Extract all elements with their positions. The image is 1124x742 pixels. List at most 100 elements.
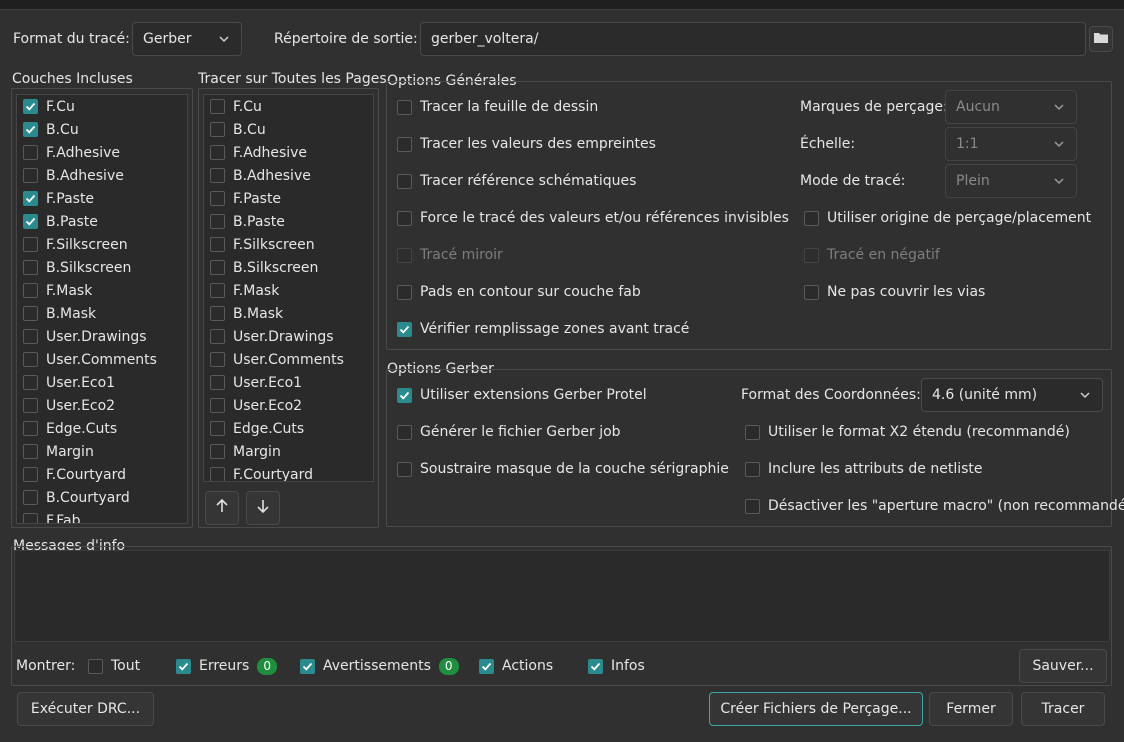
checkbox[interactable] (210, 168, 225, 183)
all-pages-layer-item[interactable]: B.Mask (204, 302, 373, 325)
checkbox[interactable] (210, 283, 225, 298)
checkbox[interactable] (397, 247, 412, 263)
coord-format-select[interactable]: 4.6 (unité mm) (921, 378, 1103, 412)
all-pages-layer-item[interactable]: F.Mask (204, 279, 373, 302)
checkbox[interactable] (23, 168, 38, 183)
save-messages-button[interactable]: Sauver... (1019, 649, 1107, 683)
included-layer-item[interactable]: F.Courtyard (17, 463, 187, 486)
checkbox[interactable] (397, 173, 412, 189)
checkbox[interactable] (745, 424, 760, 440)
all-pages-layer-item[interactable]: F.Paste (204, 187, 373, 210)
message-filter[interactable]: Erreurs 0 (176, 656, 277, 676)
format-select[interactable]: Gerber (132, 22, 242, 56)
checkbox[interactable] (210, 306, 225, 321)
all-pages-layer-item[interactable]: F.Courtyard (204, 463, 373, 481)
checkbox-checked[interactable] (588, 658, 603, 674)
general-option[interactable]: Utiliser origine de perçage/placement (804, 208, 1091, 228)
general-option[interactable]: Tracer la feuille de dessin (397, 97, 598, 117)
checkbox[interactable] (397, 284, 412, 300)
gerber-option[interactable]: Soustraire masque de la couche sérigraph… (397, 459, 729, 479)
checkbox[interactable] (210, 260, 225, 275)
checkbox[interactable] (23, 329, 38, 344)
run-drc-button[interactable]: Exécuter DRC... (17, 692, 154, 726)
checkbox[interactable] (23, 421, 38, 436)
included-layer-item[interactable]: B.Paste (17, 210, 187, 233)
checkbox[interactable] (23, 375, 38, 390)
checkbox[interactable] (210, 214, 225, 229)
message-filter[interactable]: Actions (479, 656, 553, 676)
checkbox[interactable] (210, 467, 225, 481)
checkbox[interactable] (210, 421, 225, 436)
checkbox[interactable] (210, 237, 225, 252)
all-pages-layer-item[interactable]: B.Silkscreen (204, 256, 373, 279)
checkbox-checked[interactable] (397, 387, 412, 403)
general-option[interactable]: Tracer les valeurs des empreintes (397, 134, 656, 154)
plot-button[interactable]: Tracer (1021, 692, 1105, 726)
general-option[interactable]: Tracé en négatif (804, 245, 940, 265)
included-layer-item[interactable]: B.Adhesive (17, 164, 187, 187)
message-filter[interactable]: Infos (588, 656, 645, 676)
gerber-option[interactable]: Inclure les attributs de netliste (745, 459, 983, 479)
checkbox[interactable] (210, 329, 225, 344)
close-button[interactable]: Fermer (929, 692, 1013, 726)
checkbox[interactable] (745, 461, 760, 477)
included-layer-item[interactable]: F.Silkscreen (17, 233, 187, 256)
scale-select[interactable]: 1:1 (945, 127, 1077, 161)
all-pages-layer-item[interactable]: B.Adhesive (204, 164, 373, 187)
included-layer-item[interactable]: F.Adhesive (17, 141, 187, 164)
included-layer-item[interactable]: F.Mask (17, 279, 187, 302)
gerber-option[interactable]: Désactiver les "aperture macro" (non rec… (745, 496, 1124, 516)
message-filter[interactable]: Tout (88, 656, 140, 676)
browse-folder-button[interactable] (1089, 26, 1113, 52)
included-layer-item[interactable]: F.Fab (17, 509, 187, 523)
included-layer-item[interactable]: User.Drawings (17, 325, 187, 348)
all-pages-layer-item[interactable]: Edge.Cuts (204, 417, 373, 440)
all-pages-layer-item[interactable]: F.Adhesive (204, 141, 373, 164)
checkbox[interactable] (210, 375, 225, 390)
checkbox[interactable] (397, 424, 412, 440)
gerber-option[interactable]: Utiliser le format X2 étendu (recommandé… (745, 422, 1070, 442)
included-layer-item[interactable]: User.Comments (17, 348, 187, 371)
move-down-button[interactable] (246, 491, 280, 525)
checkbox[interactable] (397, 136, 412, 152)
all-pages-layer-item[interactable]: User.Eco2 (204, 394, 373, 417)
checkbox-checked[interactable] (397, 321, 412, 337)
included-layer-item[interactable]: User.Eco2 (17, 394, 187, 417)
included-layer-item[interactable]: B.Mask (17, 302, 187, 325)
checkbox[interactable] (210, 444, 225, 459)
message-filter[interactable]: Avertissements 0 (300, 656, 459, 676)
checkbox[interactable] (23, 398, 38, 413)
checkbox[interactable] (23, 490, 38, 505)
checkbox[interactable] (23, 444, 38, 459)
gerber-option[interactable]: Générer le fichier Gerber job (397, 422, 621, 442)
general-option[interactable]: Ne pas couvrir les vias (804, 282, 985, 302)
included-layer-item[interactable]: Margin (17, 440, 187, 463)
included-layer-item[interactable]: F.Paste (17, 187, 187, 210)
included-layer-item[interactable]: F.Cu (17, 95, 187, 118)
checkbox-checked[interactable] (23, 214, 38, 229)
checkbox[interactable] (804, 210, 819, 226)
plot-mode-select[interactable]: Plein (945, 164, 1077, 198)
move-up-button[interactable] (205, 491, 239, 525)
general-option[interactable]: Tracé miroir (397, 245, 503, 265)
general-option[interactable]: Force le tracé des valeurs et/ou référen… (397, 208, 789, 228)
checkbox-checked[interactable] (23, 191, 38, 206)
checkbox[interactable] (397, 210, 412, 226)
checkbox[interactable] (210, 99, 225, 114)
checkbox[interactable] (397, 99, 412, 115)
included-layer-item[interactable]: B.Cu (17, 118, 187, 141)
checkbox[interactable] (23, 237, 38, 252)
checkbox[interactable] (23, 283, 38, 298)
all-pages-layer-item[interactable]: User.Comments (204, 348, 373, 371)
general-option[interactable]: Tracer référence schématiques (397, 171, 636, 191)
general-option[interactable]: Vérifier remplissage zones avant tracé (397, 319, 689, 339)
all-pages-layer-item[interactable]: User.Drawings (204, 325, 373, 348)
general-option[interactable]: Pads en contour sur couche fab (397, 282, 641, 302)
checkbox[interactable] (804, 284, 819, 300)
checkbox[interactable] (745, 498, 760, 514)
checkbox-checked[interactable] (479, 658, 494, 674)
checkbox[interactable] (88, 658, 103, 674)
checkbox[interactable] (210, 352, 225, 367)
all-pages-layer-item[interactable]: F.Cu (204, 95, 373, 118)
included-layer-item[interactable]: User.Eco1 (17, 371, 187, 394)
